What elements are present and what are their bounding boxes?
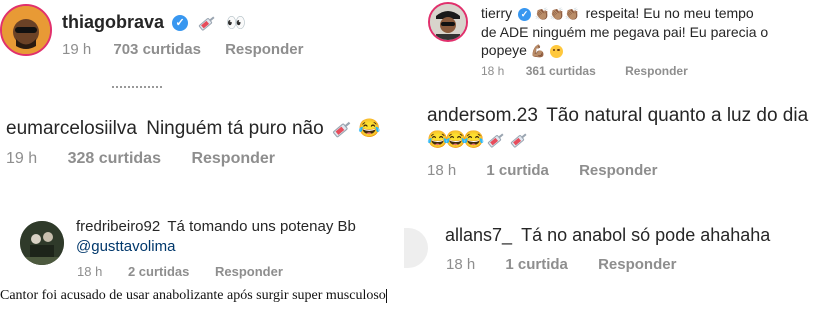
comment-username[interactable]: andersom.23 [427,105,538,126]
comment-text: Tão natural quanto a luz do dia [546,105,809,126]
comment-likes[interactable]: 1 curtida [486,162,549,179]
mention-link[interactable]: @gusttavolima [76,238,175,255]
avatar-image [430,4,466,40]
comment-username[interactable]: fredribeiro92 [76,218,160,235]
comment-username[interactable]: tierry [481,5,512,21]
comment-text: Ninguém tá puro não [146,118,324,139]
comment-time: 19 h [62,41,92,58]
verified-badge-icon: ✓ [172,15,189,32]
text-cursor [385,288,387,303]
comment-username[interactable]: thiagobrava [62,12,164,32]
comment-likes[interactable]: 703 curtidas [113,41,201,58]
comment-time: 18 h [481,64,505,78]
avatar-placeholder[interactable] [404,228,428,268]
comment-username[interactable]: eumarcelosiilva [6,118,137,139]
image-caption: Cantor foi acusado de usar anabolizante … [0,288,387,304]
reply-button[interactable]: Responder [598,256,676,273]
comment-likes[interactable]: 2 curtidas [128,264,189,279]
comment-likes[interactable]: 328 curtidas [68,150,161,167]
syringe-emoji-icon [333,121,351,138]
comment-text-line-2: de ADE ninguém me pegava pai! Eu parecia… [481,24,769,40]
avatar[interactable] [0,4,52,56]
comment-text-line-3: popeye [481,42,527,58]
reply-button[interactable]: Responder [225,41,303,58]
comment-time: 18 h [77,264,103,279]
syringe-emoji-icon [488,132,504,148]
avatar-image [2,6,50,54]
muscle-emoji-icon: 💪🏽 [530,44,546,59]
verified-badge-icon: ✓ [518,7,532,21]
shy-face-emoji-icon [549,44,563,58]
comment-text: Tá tomando uns potenay Bb [167,218,356,235]
clap-emoji-icon: 👏🏽👏🏽👏🏽 [534,7,580,22]
joy-emoji-icon: 😂😂😂 [427,129,484,149]
reply-button[interactable]: Responder [579,162,657,179]
caption-text: Cantor foi acusado de usar anabolizante … [0,288,386,303]
avatar[interactable] [428,2,468,42]
comment-username[interactable]: allans7_ [445,225,512,245]
reply-button[interactable]: Responder [215,264,283,279]
comment-text-line-1: respeita! Eu no meu tempo [585,5,754,21]
comment-time: 18 h [446,256,476,273]
joy-emoji-icon: 😂 [358,118,381,139]
comment-likes[interactable]: 361 curtidas [526,64,596,78]
eyes-emoji-icon: 👀 [226,15,246,33]
comment-text: Tá no anabol só pode ahahaha [521,225,771,245]
syringe-emoji-icon [510,132,527,148]
reply-button[interactable]: Responder [191,150,275,167]
cropped-text-remnant [112,86,162,92]
comment-time: 18 h [427,162,457,179]
avatar-image [20,221,64,265]
comment-likes[interactable]: 1 curtida [505,256,568,273]
syringe-emoji-icon [198,16,215,31]
avatar[interactable] [20,221,64,265]
reply-button[interactable]: Responder [625,64,688,78]
comment-time: 19 h [6,150,38,167]
